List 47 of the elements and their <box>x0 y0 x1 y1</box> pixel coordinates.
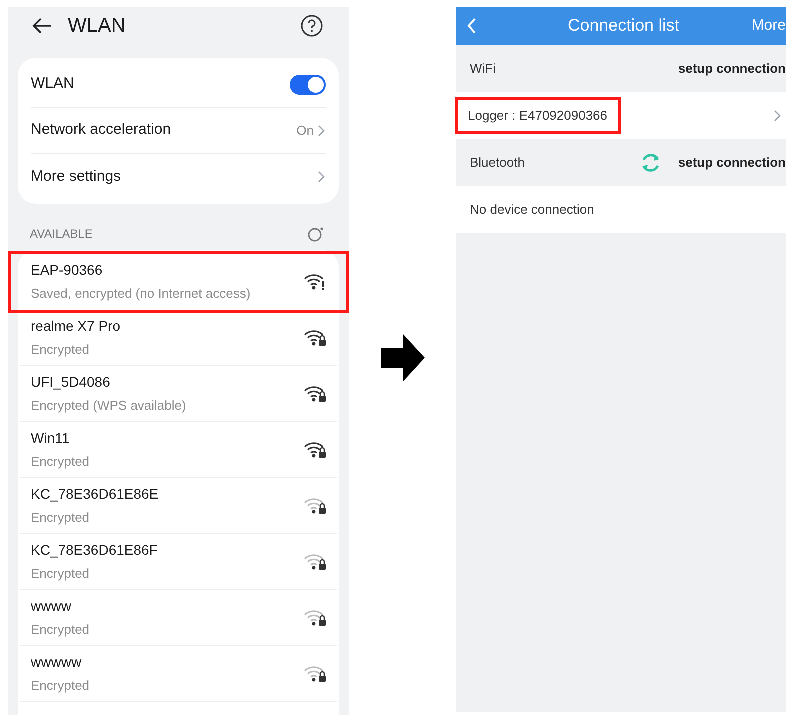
device-row[interactable]: Logger : E47092090366 <box>456 92 786 139</box>
chevron-icon <box>774 110 782 122</box>
network-name: EAP-90366 <box>31 261 104 280</box>
setting-label: More settings <box>31 166 122 187</box>
section-label: AVAILABLE <box>30 226 93 243</box>
network-status: Encrypted <box>31 564 91 583</box>
refresh-icon[interactable] <box>307 226 325 242</box>
empty-message: No device connection <box>470 200 594 219</box>
network-name: KC_78E36D61E86F <box>31 540 158 560</box>
screen-title: WLAN <box>68 14 126 39</box>
setup-connection-button[interactable]: setup connection <box>678 152 786 172</box>
network-name: realme X7 Pro <box>31 316 120 336</box>
back-arrow-icon[interactable] <box>32 18 52 34</box>
section-label: WiFi <box>470 60 496 78</box>
network-row[interactable]: KC_78E36D61E86F Encrypted <box>20 534 337 590</box>
network-status: Encrypted <box>31 340 91 359</box>
network-row[interactable]: realme X7 Pro Encrypted <box>20 310 337 366</box>
network-row[interactable]: EAP-90366 Saved, encrypted (no Internet access) <box>11 254 346 310</box>
setup-connection-button[interactable]: setup connection <box>678 58 786 78</box>
network-name: Win11 <box>31 428 71 448</box>
network-status: Encrypted <box>31 676 90 695</box>
toggle-switch[interactable] <box>290 74 326 94</box>
back-chevron-icon[interactable] <box>466 18 478 34</box>
network-status: Encrypted <box>31 620 90 639</box>
network-name: wwww <box>31 596 72 616</box>
network-name: wwwww <box>31 652 83 672</box>
network-status: Encrypted (WPS available) <box>31 396 186 415</box>
network-status: Saved, encrypted (no Internet access) <box>31 285 251 304</box>
chevron-icon[interactable] <box>318 124 326 136</box>
network-row[interactable]: wwww Encrypted <box>20 590 337 646</box>
network-status: Encrypted <box>31 452 90 471</box>
help-icon[interactable] <box>301 15 323 37</box>
device-label: Logger : E47092090366 <box>458 100 618 132</box>
right-arrow-icon <box>380 334 424 382</box>
section-label: Bluetooth <box>470 154 525 172</box>
network-status: Encrypted <box>31 508 91 527</box>
network-row[interactable]: Win11 Encrypted <box>20 422 337 478</box>
network-name: UFI_5D4086 <box>31 372 112 392</box>
header-title: Connection list <box>568 15 680 38</box>
setting-label: Network acceleration <box>31 120 172 140</box>
setting-label: WLAN <box>31 74 74 94</box>
network-row[interactable]: KC_78E36D61E86E Encrypted <box>20 478 337 534</box>
setting-value: On <box>296 122 314 140</box>
network-row[interactable]: UFI_5D4086 Encrypted (WPS available) <box>20 366 337 422</box>
network-row[interactable]: wwwww Encrypted <box>20 646 337 702</box>
chevron-icon[interactable] <box>318 171 326 183</box>
network-name: KC_78E36D61E86E <box>31 484 159 504</box>
